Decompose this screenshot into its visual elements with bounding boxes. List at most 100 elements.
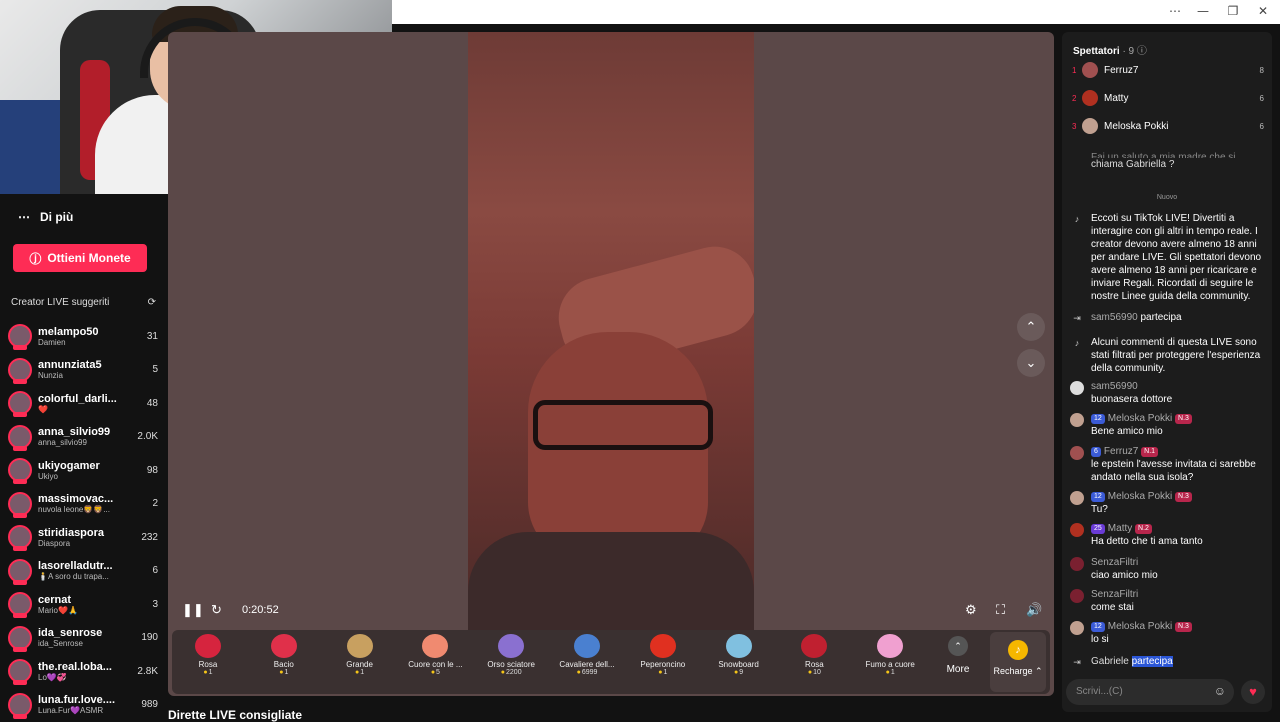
chat-body: SenzaFiltri ciao amico mio bbox=[1091, 556, 1266, 582]
chat-avatar[interactable] bbox=[1070, 557, 1084, 571]
viewer-count: 989 bbox=[141, 699, 158, 710]
help-icon[interactable]: ⓘ bbox=[1137, 46, 1147, 57]
get-coins-button[interactable]: ⓙ Ottieni Monete bbox=[13, 244, 147, 272]
viewer-name: Ferruz7 bbox=[1104, 64, 1139, 76]
refresh-icon[interactable]: ⟳ bbox=[148, 297, 156, 308]
chat-text: lo si bbox=[1091, 634, 1109, 645]
viewer-count: 31 bbox=[146, 330, 158, 342]
suggested-creator-item[interactable]: stiridiaspora Diaspora 232 bbox=[8, 521, 158, 553]
suggested-creator-item[interactable]: luna.fur.love.... Luna.Fur💜ASMR 989 bbox=[8, 689, 158, 721]
suggested-creator-item[interactable]: ida_senrose ida_Senrose 190 bbox=[8, 622, 158, 654]
join-user[interactable]: Gabriele bbox=[1091, 656, 1129, 667]
suggested-creator-item[interactable]: melampo50 Damien 31 bbox=[8, 320, 158, 352]
more-menu-item[interactable]: ⋯ Di più bbox=[18, 210, 73, 224]
join-icon: ⇥ bbox=[1073, 313, 1081, 323]
suggested-creator-item[interactable]: lasorelladutr... 🕯️A soro du trapa... 6 bbox=[8, 555, 158, 587]
gift-item[interactable]: Orso sciatore 2200 bbox=[476, 634, 546, 690]
gift-item[interactable]: Cavaliere dell... 6999 bbox=[552, 634, 622, 690]
chat-avatar[interactable] bbox=[1070, 446, 1084, 460]
chat-username[interactable]: SenzaFiltri bbox=[1091, 557, 1138, 568]
gift-icon bbox=[498, 634, 525, 658]
creator-names: anna_silvio99 anna_silvio99 bbox=[38, 426, 132, 447]
suggested-creator-item[interactable]: cernat Mario❤️🙏 3 bbox=[8, 588, 158, 620]
top-viewer-row[interactable]: 3 Meloska Pokki 6 bbox=[1072, 116, 1264, 136]
chat-username[interactable]: sam56990 bbox=[1091, 381, 1138, 392]
suggested-creator-item[interactable]: massimovac... nuvola leone🦁🦁... 2 bbox=[8, 488, 158, 520]
gift-item[interactable]: Grande 1 bbox=[325, 634, 395, 690]
live-video-player[interactable]: ⌃ ⌄ ❚❚ ↻ 0:20:52 ⚙ ⛶ 🔊 bbox=[168, 32, 1054, 696]
volume-icon[interactable]: 🔊 bbox=[1026, 602, 1042, 618]
creator-subtitle: 🕯️A soro du trapa... bbox=[38, 572, 109, 581]
creator-name: stiridiaspora bbox=[38, 526, 105, 539]
suggested-creator-item[interactable]: the.real.loba... Lo💜💞 2.8K bbox=[8, 655, 158, 687]
chat-avatar[interactable] bbox=[1070, 491, 1084, 505]
chat-avatar[interactable] bbox=[1070, 413, 1084, 427]
gift-icon bbox=[346, 634, 373, 658]
settings-icon[interactable]: ⚙ bbox=[965, 602, 977, 618]
next-live-button[interactable]: ⌄ bbox=[1017, 349, 1045, 377]
live-video-frame[interactable] bbox=[468, 32, 754, 630]
gift-item[interactable]: Cuore con le ... 5 bbox=[400, 634, 470, 690]
viewer-score: 8 bbox=[1259, 65, 1264, 75]
chat-username[interactable]: Ferruz7 bbox=[1104, 446, 1138, 457]
creator-subtitle: Luna.Fur💜ASMR bbox=[38, 706, 104, 715]
chat-username[interactable]: Meloska Pokki bbox=[1108, 491, 1172, 502]
gift-item[interactable]: Rosa 10 bbox=[779, 634, 849, 690]
system-text: Eccoti su TikTok LIVE! Divertiti a inter… bbox=[1091, 213, 1262, 302]
gift-item[interactable]: Rosa 1 bbox=[173, 634, 243, 690]
pause-icon[interactable]: ❚❚ bbox=[182, 602, 204, 618]
chat-avatar[interactable] bbox=[1070, 589, 1084, 603]
gift-item[interactable]: Snowboard 9 bbox=[704, 634, 774, 690]
minimize-button[interactable]: — bbox=[1188, 4, 1218, 18]
chat-body: 12 Meloska Pokki N.3 Tu? bbox=[1091, 490, 1266, 516]
chat-avatar[interactable] bbox=[1070, 621, 1084, 635]
more-options-icon[interactable]: ⋯ bbox=[1160, 4, 1190, 18]
gift-item[interactable]: Peperoncino 1 bbox=[628, 634, 698, 690]
creator-name: massimovac... bbox=[38, 493, 114, 505]
creator-names: stiridiaspora Diaspora bbox=[38, 527, 132, 548]
creator-avatar bbox=[8, 324, 32, 350]
creator-avatar bbox=[8, 592, 32, 618]
fullscreen-icon[interactable]: ⛶ bbox=[996, 602, 1005, 618]
viewer-rank: 3 bbox=[1072, 121, 1077, 131]
emoji-icon[interactable]: ☺ bbox=[1214, 684, 1226, 698]
suggested-creator-item[interactable]: anna_silvio99 anna_silvio99 2.0K bbox=[8, 421, 158, 453]
creator-names: melampo50 Damien bbox=[38, 326, 132, 347]
close-button[interactable]: ✕ bbox=[1248, 4, 1278, 18]
video-glasses bbox=[533, 400, 713, 450]
chat-avatar[interactable] bbox=[1070, 523, 1084, 537]
top-viewer-row[interactable]: 1 Ferruz7 8 bbox=[1072, 60, 1264, 80]
chat-avatar[interactable] bbox=[1070, 381, 1084, 395]
maximize-button[interactable]: ❐ bbox=[1218, 4, 1248, 18]
creator-name: the.real.loba... bbox=[38, 660, 112, 673]
creator-names: cernat Mario❤️🙏 bbox=[38, 594, 132, 615]
rank-badge: N.3 bbox=[1175, 622, 1192, 632]
gift-item[interactable]: Fumo a cuore 1 bbox=[855, 634, 925, 690]
gift-name: Snowboard bbox=[718, 660, 759, 669]
creator-names: colorful_darli... ❤️ bbox=[38, 393, 132, 414]
more-gifts-button[interactable]: ⌃ More bbox=[936, 636, 980, 675]
refresh-icon[interactable]: ↻ bbox=[211, 602, 222, 618]
heart-icon[interactable]: ♥ bbox=[1241, 680, 1265, 704]
chat-username[interactable]: Matty bbox=[1108, 523, 1132, 534]
ellipsis-icon: ⋯ bbox=[18, 210, 30, 224]
chat-text: le epstein l'avesse invitata ci sarebbe … bbox=[1091, 459, 1256, 483]
suggested-creators-header: Creator LIVE suggeriti ⟳ bbox=[11, 297, 156, 308]
suggested-creator-item[interactable]: colorful_darli... ❤️ 48 bbox=[8, 387, 158, 419]
chat-username[interactable]: Meloska Pokki bbox=[1108, 413, 1172, 424]
suggested-creator-item[interactable]: annunziata5 Nunzia 5 bbox=[8, 354, 158, 386]
recharge-button[interactable]: ♪ Recharge ⌃ bbox=[990, 632, 1046, 692]
creator-avatar bbox=[8, 659, 32, 685]
join-user[interactable]: sam56990 bbox=[1091, 312, 1138, 323]
top-viewer-row[interactable]: 2 Matty 6 bbox=[1072, 88, 1264, 108]
creator-name: cernat bbox=[38, 593, 72, 606]
level-badge: 12 bbox=[1091, 414, 1105, 424]
viewer-name: Meloska Pokki bbox=[1104, 120, 1169, 132]
chat-input[interactable]: Scrivi...(C) ☺ bbox=[1066, 679, 1234, 705]
chat-username[interactable]: SenzaFiltri bbox=[1091, 589, 1138, 600]
suggested-creator-item[interactable]: ukiyogamer Ukiyo 98 bbox=[8, 454, 158, 486]
previous-live-button[interactable]: ⌃ bbox=[1017, 313, 1045, 341]
gift-name: Bacio bbox=[273, 660, 294, 669]
chat-username[interactable]: Meloska Pokki bbox=[1108, 621, 1172, 632]
gift-item[interactable]: Bacio 1 bbox=[249, 634, 319, 690]
